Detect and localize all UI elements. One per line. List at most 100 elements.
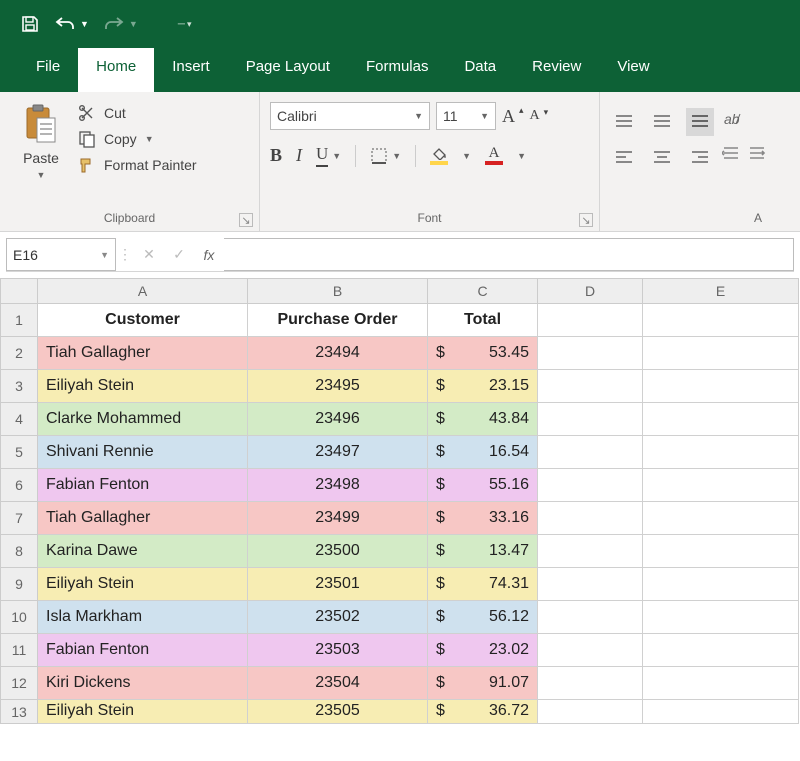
- cell[interactable]: [643, 700, 799, 724]
- cell-total[interactable]: $33.16: [428, 502, 538, 535]
- row-header-4[interactable]: 4: [0, 403, 38, 436]
- select-all-corner[interactable]: [0, 278, 38, 304]
- cell-customer[interactable]: Shivani Rennie: [38, 436, 248, 469]
- tab-insert[interactable]: Insert: [154, 48, 228, 92]
- format-painter-button[interactable]: Format Painter: [78, 156, 197, 174]
- cell-purchase-order[interactable]: 23499: [248, 502, 428, 535]
- cell[interactable]: [538, 634, 643, 667]
- cell-customer[interactable]: Eiliyah Stein: [38, 370, 248, 403]
- save-button[interactable]: [20, 14, 40, 34]
- cell-total[interactable]: $16.54: [428, 436, 538, 469]
- cell-purchase-order[interactable]: 23494: [248, 337, 428, 370]
- cell-purchase-order[interactable]: 23498: [248, 469, 428, 502]
- insert-function-button[interactable]: fx: [194, 238, 224, 271]
- cell-customer[interactable]: Eiliyah Stein: [38, 700, 248, 724]
- chevron-down-icon[interactable]: ▼: [462, 151, 471, 161]
- cell-customer[interactable]: Fabian Fenton: [38, 634, 248, 667]
- cell[interactable]: [538, 535, 643, 568]
- column-header-B[interactable]: B: [248, 278, 428, 304]
- cell-customer[interactable]: Eiliyah Stein: [38, 568, 248, 601]
- cell[interactable]: [538, 436, 643, 469]
- underline-button[interactable]: U ▼: [316, 144, 341, 167]
- decrease-font-size-button[interactable]: A▾: [530, 108, 549, 124]
- cell-total[interactable]: $55.16: [428, 469, 538, 502]
- cell[interactable]: [538, 469, 643, 502]
- cell[interactable]: [643, 337, 799, 370]
- cell-purchase-order[interactable]: 23497: [248, 436, 428, 469]
- column-header-C[interactable]: C: [428, 278, 538, 304]
- cell-total[interactable]: $91.07: [428, 667, 538, 700]
- cell-purchase-order[interactable]: 23502: [248, 601, 428, 634]
- orientation-button[interactable]: ab: [722, 110, 766, 128]
- cell[interactable]: [643, 568, 799, 601]
- cell-total[interactable]: $43.84: [428, 403, 538, 436]
- cell-customer[interactable]: Tiah Gallagher: [38, 502, 248, 535]
- cell-purchase-order[interactable]: 23504: [248, 667, 428, 700]
- row-header-5[interactable]: 5: [0, 436, 38, 469]
- cut-button[interactable]: Cut: [78, 104, 197, 122]
- cancel-formula-button[interactable]: ✕: [134, 238, 164, 271]
- font-name-combo[interactable]: Calibri▼: [270, 102, 430, 130]
- align-left-button[interactable]: [610, 144, 638, 172]
- italic-button[interactable]: I: [296, 145, 302, 166]
- header-purchase-order[interactable]: Purchase Order: [248, 304, 428, 337]
- row-header-10[interactable]: 10: [0, 601, 38, 634]
- row-header-11[interactable]: 11: [0, 634, 38, 667]
- cell[interactable]: [538, 337, 643, 370]
- cell[interactable]: [538, 403, 643, 436]
- cell[interactable]: [538, 370, 643, 403]
- redo-button[interactable]: ▼: [103, 15, 138, 33]
- cell-total[interactable]: $36.72: [428, 700, 538, 724]
- customize-qat-button[interactable]: ─▾: [178, 19, 192, 30]
- borders-button[interactable]: ▼: [370, 147, 401, 165]
- align-top-button[interactable]: [610, 108, 638, 136]
- cell-total[interactable]: $74.31: [428, 568, 538, 601]
- cell[interactable]: [643, 403, 799, 436]
- cell[interactable]: [643, 601, 799, 634]
- cell[interactable]: [538, 601, 643, 634]
- increase-font-size-button[interactable]: A▴: [502, 106, 524, 127]
- align-center-button[interactable]: [648, 144, 676, 172]
- cell[interactable]: [643, 667, 799, 700]
- tab-formulas[interactable]: Formulas: [348, 48, 447, 92]
- row-header-1[interactable]: 1: [0, 304, 38, 337]
- tab-home[interactable]: Home: [78, 48, 154, 92]
- cell[interactable]: [538, 568, 643, 601]
- tab-view[interactable]: View: [599, 48, 667, 92]
- row-header-13[interactable]: 13: [0, 700, 38, 724]
- row-header-6[interactable]: 6: [0, 469, 38, 502]
- cell[interactable]: [538, 700, 643, 724]
- cell-purchase-order[interactable]: 23500: [248, 535, 428, 568]
- tab-page-layout[interactable]: Page Layout: [228, 48, 348, 92]
- font-launcher[interactable]: ↘: [579, 213, 593, 227]
- cell-total[interactable]: $23.02: [428, 634, 538, 667]
- cell-purchase-order[interactable]: 23495: [248, 370, 428, 403]
- cell-purchase-order[interactable]: 23501: [248, 568, 428, 601]
- cell[interactable]: [643, 304, 799, 337]
- tab-file[interactable]: File: [18, 48, 78, 92]
- align-middle-button[interactable]: [648, 108, 676, 136]
- font-color-button[interactable]: A: [485, 146, 503, 165]
- cell[interactable]: [538, 502, 643, 535]
- fill-color-button[interactable]: [430, 146, 448, 165]
- header-total[interactable]: Total: [428, 304, 538, 337]
- row-header-9[interactable]: 9: [0, 568, 38, 601]
- row-header-2[interactable]: 2: [0, 337, 38, 370]
- cell[interactable]: [643, 436, 799, 469]
- copy-button[interactable]: Copy ▼: [78, 130, 197, 148]
- chevron-down-icon[interactable]: ▼: [517, 151, 526, 161]
- decrease-indent-button[interactable]: [722, 146, 740, 162]
- font-size-combo[interactable]: 11▼: [436, 102, 496, 130]
- name-box[interactable]: E16 ▼: [6, 238, 116, 271]
- cell[interactable]: [643, 502, 799, 535]
- align-right-button[interactable]: [686, 144, 714, 172]
- cell[interactable]: [538, 304, 643, 337]
- cell-customer[interactable]: Fabian Fenton: [38, 469, 248, 502]
- row-header-3[interactable]: 3: [0, 370, 38, 403]
- cell-purchase-order[interactable]: 23505: [248, 700, 428, 724]
- header-customer[interactable]: Customer: [38, 304, 248, 337]
- cell[interactable]: [643, 370, 799, 403]
- enter-formula-button[interactable]: ✓: [164, 238, 194, 271]
- cell[interactable]: [643, 469, 799, 502]
- increase-indent-button[interactable]: [748, 146, 766, 162]
